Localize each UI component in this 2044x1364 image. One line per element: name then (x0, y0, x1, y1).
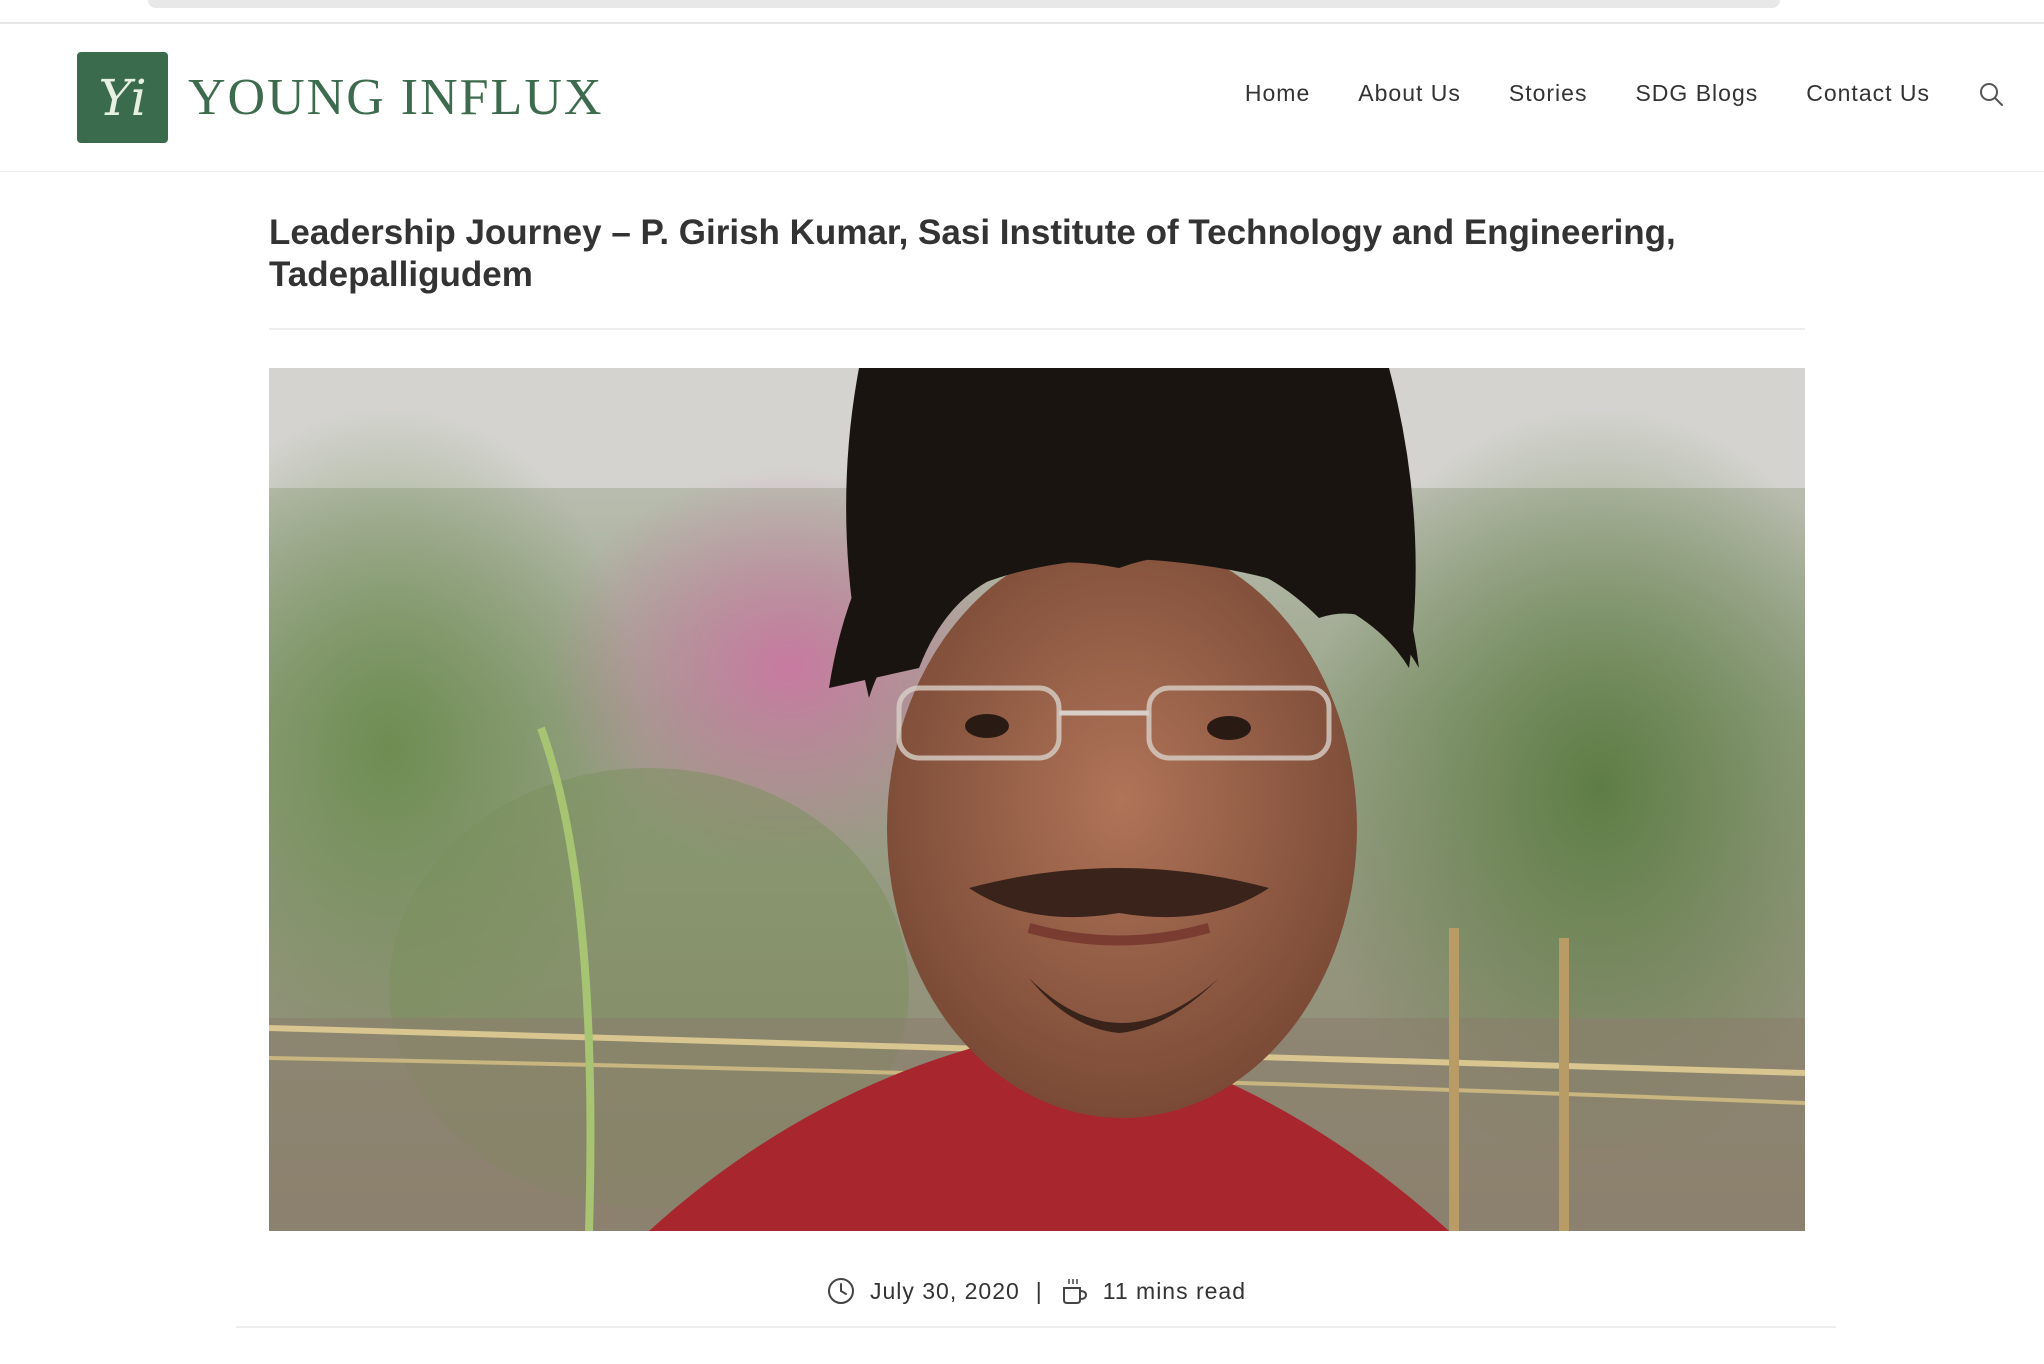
search-icon[interactable] (1978, 81, 2004, 107)
clock-icon (827, 1278, 854, 1304)
coffee-cup-icon (1062, 1279, 1087, 1304)
logo-wordmark: YOUNG INFLUX (188, 69, 604, 126)
post-date: July 30, 2020 (869, 1277, 1020, 1304)
logo-monogram: Yi (77, 52, 168, 143)
nav-sdg-blogs[interactable]: SDG Blogs (1635, 80, 1758, 107)
main-navigation: Home About Us Stories SDG Blogs Contact … (1197, 80, 2004, 107)
post-title: Leadership Journey – P. Girish Kumar, Sa… (269, 212, 1805, 330)
post-meta: July 30, 2020 | 11 mins read (236, 1256, 1836, 1328)
browser-top-strip (0, 0, 2044, 24)
post-content: Leadership Journey – P. Girish Kumar, Sa… (269, 212, 1805, 330)
portrait-photo (269, 368, 1805, 1231)
site-header: Yi YOUNG INFLUX Home About Us Stories SD… (0, 24, 2044, 172)
nav-stories[interactable]: Stories (1509, 80, 1588, 107)
site-logo[interactable]: Yi YOUNG INFLUX (77, 52, 603, 143)
post-read-time: 11 mins read (1102, 1277, 1247, 1304)
horizontal-scrollbar[interactable] (148, 0, 1780, 8)
nav-home[interactable]: Home (1245, 80, 1310, 107)
meta-separator: | (1035, 1277, 1043, 1304)
nav-contact-us[interactable]: Contact Us (1806, 80, 1930, 107)
featured-image (269, 368, 1805, 1231)
nav-about-us[interactable]: About Us (1358, 80, 1461, 107)
